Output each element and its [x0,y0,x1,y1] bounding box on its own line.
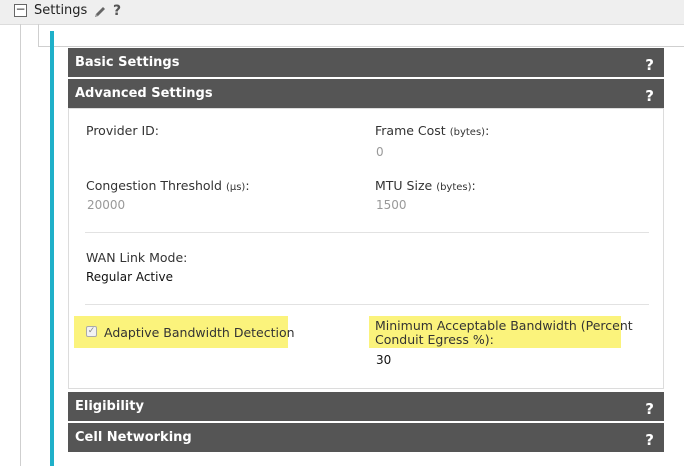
eligibility-header[interactable]: Eligibility ? [68,392,664,421]
frame-cost-label: Frame Cost (bytes): [375,123,490,138]
mtu-size-value[interactable]: 1500 [376,198,407,212]
adaptive-bandwidth-checkbox[interactable]: ✓ [86,326,97,337]
tree-guide-line [38,46,684,47]
frame-cost-value[interactable]: 0 [376,145,384,159]
adaptive-bandwidth-label[interactable]: Adaptive Bandwidth Detection [104,325,295,340]
eligibility-title: Eligibility [75,399,144,414]
advanced-settings-title: Advanced Settings [75,86,213,101]
basic-settings-title: Basic Settings [75,55,180,70]
section-accent-bar [50,31,54,466]
wan-link-mode-value[interactable]: Regular Active [86,270,173,284]
min-bandwidth-label: Minimum Acceptable Bandwidth (Percent Co… [375,318,633,347]
cell-networking-header[interactable]: Cell Networking ? [68,423,664,452]
advanced-settings-header[interactable]: Advanced Settings ? [68,79,664,108]
wan-link-mode-label: WAN Link Mode: [86,250,188,265]
basic-settings-help-icon[interactable]: ? [645,56,654,74]
advanced-settings-help-icon[interactable]: ? [645,87,654,105]
eligibility-help-icon[interactable]: ? [645,400,654,418]
basic-settings-header[interactable]: Basic Settings ? [68,48,664,77]
tree-guide-line [20,24,21,466]
tree-guide-line [38,24,39,46]
congestion-threshold-label: Congestion Threshold (μs): [86,178,250,193]
pencil-icon[interactable] [93,5,107,19]
divider [85,232,649,233]
mtu-size-label: MTU Size (bytes): [375,178,476,193]
cell-networking-help-icon[interactable]: ? [645,431,654,449]
min-bandwidth-value[interactable]: 30 [376,353,391,367]
divider [85,304,649,305]
cell-networking-title: Cell Networking [75,430,192,445]
settings-title: Settings [34,3,88,18]
settings-help-icon[interactable]: ? [113,3,121,19]
provider-id-label: Provider ID: [86,123,159,138]
collapse-toggle-icon[interactable]: − [14,3,27,17]
congestion-threshold-value[interactable]: 20000 [87,198,125,212]
